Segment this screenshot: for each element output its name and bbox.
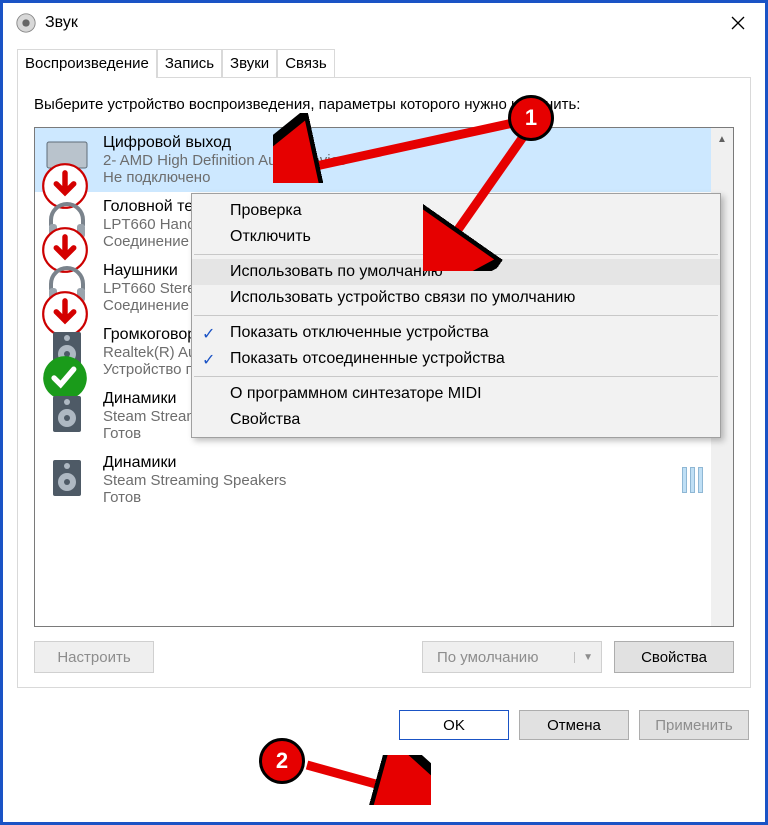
tab-sounds[interactable]: Звуки bbox=[222, 49, 277, 77]
instruction-text: Выберите устройство воспроизведения, пар… bbox=[34, 96, 734, 113]
headset-icon bbox=[43, 198, 91, 246]
speaker-box-icon bbox=[43, 390, 91, 438]
menu-label: Показать отключенные устройства bbox=[230, 324, 489, 341]
menu-item-about-midi[interactable]: О программном синтезаторе MIDI bbox=[192, 381, 720, 407]
properties-button[interactable]: Свойства bbox=[614, 641, 734, 673]
menu-item-show-disabled[interactable]: ✓ Показать отключенные устройства bbox=[192, 320, 720, 346]
check-icon: ✓ bbox=[202, 324, 215, 344]
speaker-box-icon bbox=[43, 326, 91, 374]
ok-button[interactable]: OK bbox=[399, 710, 509, 740]
device-text: Динамики Steam Streaming Speakers Готов bbox=[103, 454, 286, 506]
close-button[interactable] bbox=[717, 8, 759, 38]
device-row[interactable]: Динамики Steam Streaming Speakers Готов bbox=[35, 448, 733, 512]
configure-button[interactable]: Настроить bbox=[34, 641, 154, 673]
down-red-icon bbox=[41, 162, 63, 184]
annotation-arrow bbox=[301, 755, 431, 805]
bottom-bar: Настроить По умолчанию ▼ Свойства bbox=[34, 641, 734, 673]
monitor-icon bbox=[43, 134, 91, 182]
level-meter bbox=[682, 467, 703, 493]
check-green-icon bbox=[41, 354, 63, 376]
tab-communications[interactable]: Связь bbox=[277, 49, 334, 77]
set-default-button[interactable]: По умолчанию ▼ bbox=[422, 641, 602, 673]
scroll-up-icon[interactable]: ▲ bbox=[711, 128, 733, 150]
cancel-button[interactable]: Отмена bbox=[519, 710, 629, 740]
close-icon bbox=[731, 16, 745, 30]
check-icon: ✓ bbox=[202, 350, 215, 370]
menu-separator bbox=[194, 315, 718, 316]
annotation-badge-1: 1 bbox=[508, 95, 554, 141]
down-red-icon bbox=[41, 226, 63, 248]
menu-item-properties[interactable]: Свойства bbox=[192, 407, 720, 433]
sound-dialog: Звук Воспроизведение Запись Звуки Связь … bbox=[0, 0, 768, 825]
device-name: Динамики bbox=[103, 454, 286, 472]
apply-button[interactable]: Применить bbox=[639, 710, 749, 740]
menu-item-set-default-comm[interactable]: Использовать устройство связи по умолчан… bbox=[192, 285, 720, 311]
device-sub: Steam Streaming Speakers bbox=[103, 472, 286, 489]
chevron-down-icon: ▼ bbox=[574, 652, 593, 663]
sound-icon bbox=[15, 12, 37, 34]
menu-label: Показать отсоединенные устройства bbox=[230, 350, 505, 367]
tab-playback[interactable]: Воспроизведение bbox=[17, 49, 157, 78]
window-title: Звук bbox=[45, 14, 717, 32]
titlebar: Звук bbox=[3, 3, 765, 43]
headphones-icon bbox=[43, 262, 91, 310]
tab-recording[interactable]: Запись bbox=[157, 49, 222, 77]
annotation-arrow bbox=[423, 131, 553, 271]
annotation-badge-2: 2 bbox=[259, 738, 305, 784]
tab-strip: Воспроизведение Запись Звуки Связь bbox=[3, 43, 765, 77]
menu-separator bbox=[194, 376, 718, 377]
device-status: Готов bbox=[103, 489, 286, 506]
set-default-label: По умолчанию bbox=[437, 649, 538, 666]
dialog-button-row: OK Отмена Применить bbox=[3, 702, 765, 756]
menu-item-show-disconnected[interactable]: ✓ Показать отсоединенные устройства bbox=[192, 346, 720, 372]
speaker-box-icon bbox=[43, 454, 91, 502]
down-red-icon bbox=[41, 290, 63, 312]
